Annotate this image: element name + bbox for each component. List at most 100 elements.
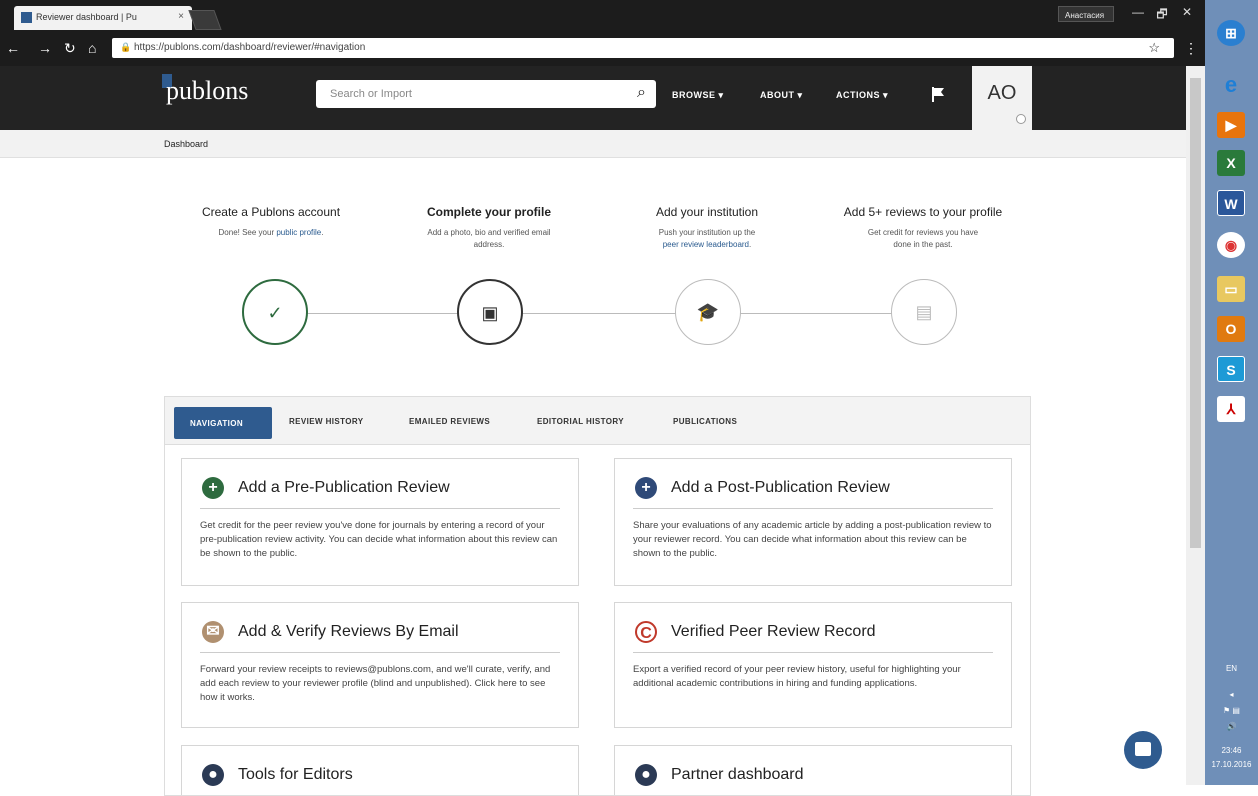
home-icon[interactable]: ⌂ [88,40,96,56]
card-post-publication-review[interactable]: + Add a Post-Publication Review Share yo… [614,458,1012,586]
progress-track [276,313,924,314]
graduation-cap-icon[interactable]: 🎓 [675,279,741,345]
tab-editorial-history[interactable]: EDITORIAL HISTORY [537,417,624,426]
chat-icon [1135,742,1151,756]
card-partner-dashboard[interactable]: ● Partner dashboard [614,745,1012,795]
outlook-icon[interactable]: O [1217,316,1245,342]
dashboard-panel: NAVIGATION REVIEW HISTORY EMAILED REVIEW… [164,396,1031,796]
close-tab-icon[interactable]: × [178,11,184,22]
address-bar[interactable]: 🔒 https://publons.com/dashboard/reviewer… [112,38,1174,58]
email-icon: ✉ [202,621,224,643]
plus-circle-icon: + [202,477,224,499]
publons-favicon-icon [21,12,32,23]
search-icon[interactable]: ⌕ [637,84,646,102]
verified-record-icon: C [635,621,657,643]
magnifier-icon: ● [635,764,657,786]
clock-date[interactable]: 17.10.2016 [1205,760,1258,769]
excel-icon[interactable]: X [1217,150,1245,176]
card-body: Forward your review receipts to reviews@… [200,664,551,703]
plus-circle-icon: + [635,477,657,499]
step-complete-profile: Complete your profile Add a photo, bio a… [384,205,594,251]
step-desc: Add a photo, bio and verified email addr… [427,228,551,249]
maximize-button[interactable]: 🗗 [1152,5,1172,22]
browser-tab[interactable]: Reviewer dashboard | Pu × [14,6,192,30]
tab-publications[interactable]: PUBLICATIONS [673,417,737,426]
nav-actions[interactable]: ACTIONS ▾ [836,90,888,101]
avatar-settings-icon[interactable] [1016,114,1026,124]
scrollbar-thumb[interactable] [1190,78,1201,548]
back-arrow-icon[interactable]: ← [6,40,20,56]
card-title: Verified Peer Review Record [671,623,876,640]
card-title: Add a Post-Publication Review [671,479,890,496]
media-player-icon[interactable]: ▶ [1217,112,1245,138]
step-title: Complete your profile [426,205,551,219]
tab-bar: NAVIGATION REVIEW HISTORY EMAILED REVIEW… [165,397,1030,445]
step-desc: Get credit for reviews you have done in … [867,228,979,249]
skype-icon[interactable]: S [1217,356,1245,382]
card-body: Get credit for the peer review you've do… [200,520,558,559]
step-add-reviews: Add 5+ reviews to your profile Get credi… [818,205,1028,251]
card-title: Partner dashboard [671,766,804,783]
browser-toolbar: ← → ↻ ⌂ 🔒 https://publons.com/dashboard/… [0,30,1205,66]
flag-icon[interactable] [930,86,946,102]
profile-card-icon[interactable]: ▣ [457,279,523,345]
browser-tab-title: Reviewer dashboard | Pu [36,12,137,22]
nav-browse[interactable]: BROWSE ▾ [672,90,724,101]
chrome-icon[interactable]: ◉ [1217,232,1245,258]
search-placeholder: Search or Import [330,88,412,100]
site-header: publons Search or Import ⌕ BROWSE ▾ ABOU… [0,66,1186,130]
browser-user-badge[interactable]: Анастасия [1058,6,1114,22]
card-verified-record[interactable]: C Verified Peer Review Record Export a v… [614,602,1012,728]
lock-icon: 🔒 [120,42,132,52]
card-body: Export a verified record of your peer re… [633,664,961,689]
card-title: Add a Pre-Publication Review [238,479,450,496]
breadcrumb-dashboard[interactable]: Dashboard [164,139,208,149]
start-orb-icon[interactable]: ⊞ [1217,20,1245,46]
acrobat-icon[interactable]: ⅄ [1217,396,1245,422]
tray-expand-icon[interactable]: ◂ [1205,690,1258,699]
reload-icon[interactable]: ↻ [64,40,76,57]
card-verify-reviews-email[interactable]: ✉ Add & Verify Reviews By Email Forward … [181,602,579,728]
publons-logo[interactable]: publons [166,76,248,106]
magnifier-icon: ● [202,764,224,786]
tray-flag-icon[interactable]: ⚑ ▤ [1205,706,1258,715]
nav-about[interactable]: ABOUT ▾ [760,90,803,101]
add-document-icon[interactable]: ▤ [891,279,957,345]
card-title: Add & Verify Reviews By Email [238,623,459,640]
browser-menu-icon[interactable]: ⋮ [1184,40,1198,57]
clock-time[interactable]: 23:46 [1205,746,1258,755]
chat-button[interactable] [1124,731,1162,769]
explorer-folder-icon[interactable]: ▭ [1217,276,1245,302]
new-tab-button[interactable] [188,10,222,30]
card-tools-for-editors[interactable]: ● Tools for Editors [181,745,579,795]
step-desc: Push your institution up the peer review… [658,228,756,249]
card-pre-publication-review[interactable]: + Add a Pre-Publication Review Get credi… [181,458,579,586]
windows-taskbar: ⊞ e ▶ X W ◉ ▭ O S ⅄ EN ◂ ⚑ ▤ 🔊 23:46 17.… [1205,0,1258,785]
step-done-checkmark-icon: ✓ [242,279,308,345]
tab-emailed-reviews[interactable]: EMAILED REVIEWS [409,417,490,426]
avatar[interactable]: AO [972,66,1032,130]
language-indicator[interactable]: EN [1205,664,1258,673]
search-input[interactable]: Search or Import ⌕ [316,80,656,108]
internet-explorer-icon[interactable]: e [1217,72,1245,98]
bookmark-star-icon[interactable]: ☆ [1148,40,1160,56]
tab-review-history[interactable]: REVIEW HISTORY [289,417,364,426]
minimize-button[interactable]: — [1128,5,1148,22]
public-profile-link[interactable]: public profile [276,228,321,237]
step-title: Add your institution [655,205,759,219]
tray-volume-icon[interactable]: 🔊 [1205,722,1258,731]
peer-review-leaderboard-link[interactable]: peer review leaderboard [663,240,749,249]
forward-arrow-icon[interactable]: → [38,40,52,56]
step-desc: Done! See your public profile. [218,228,324,237]
step-create-account: Create a Publons account Done! See your … [166,205,376,239]
word-icon[interactable]: W [1217,190,1245,216]
browser-tab-strip: Reviewer dashboard | Pu × Анастасия — 🗗 … [0,0,1205,30]
card-body: Share your evaluations of any academic a… [633,520,992,559]
tab-navigation[interactable]: NAVIGATION [174,407,272,439]
page-scrollbar[interactable] [1186,66,1205,785]
address-url: https://publons.com/dashboard/reviewer/#… [134,42,366,53]
card-title: Tools for Editors [238,766,353,783]
step-title: Add 5+ reviews to your profile [843,205,1003,219]
close-window-button[interactable]: ✕ [1176,5,1198,22]
step-title: Create a Publons account [201,205,341,219]
